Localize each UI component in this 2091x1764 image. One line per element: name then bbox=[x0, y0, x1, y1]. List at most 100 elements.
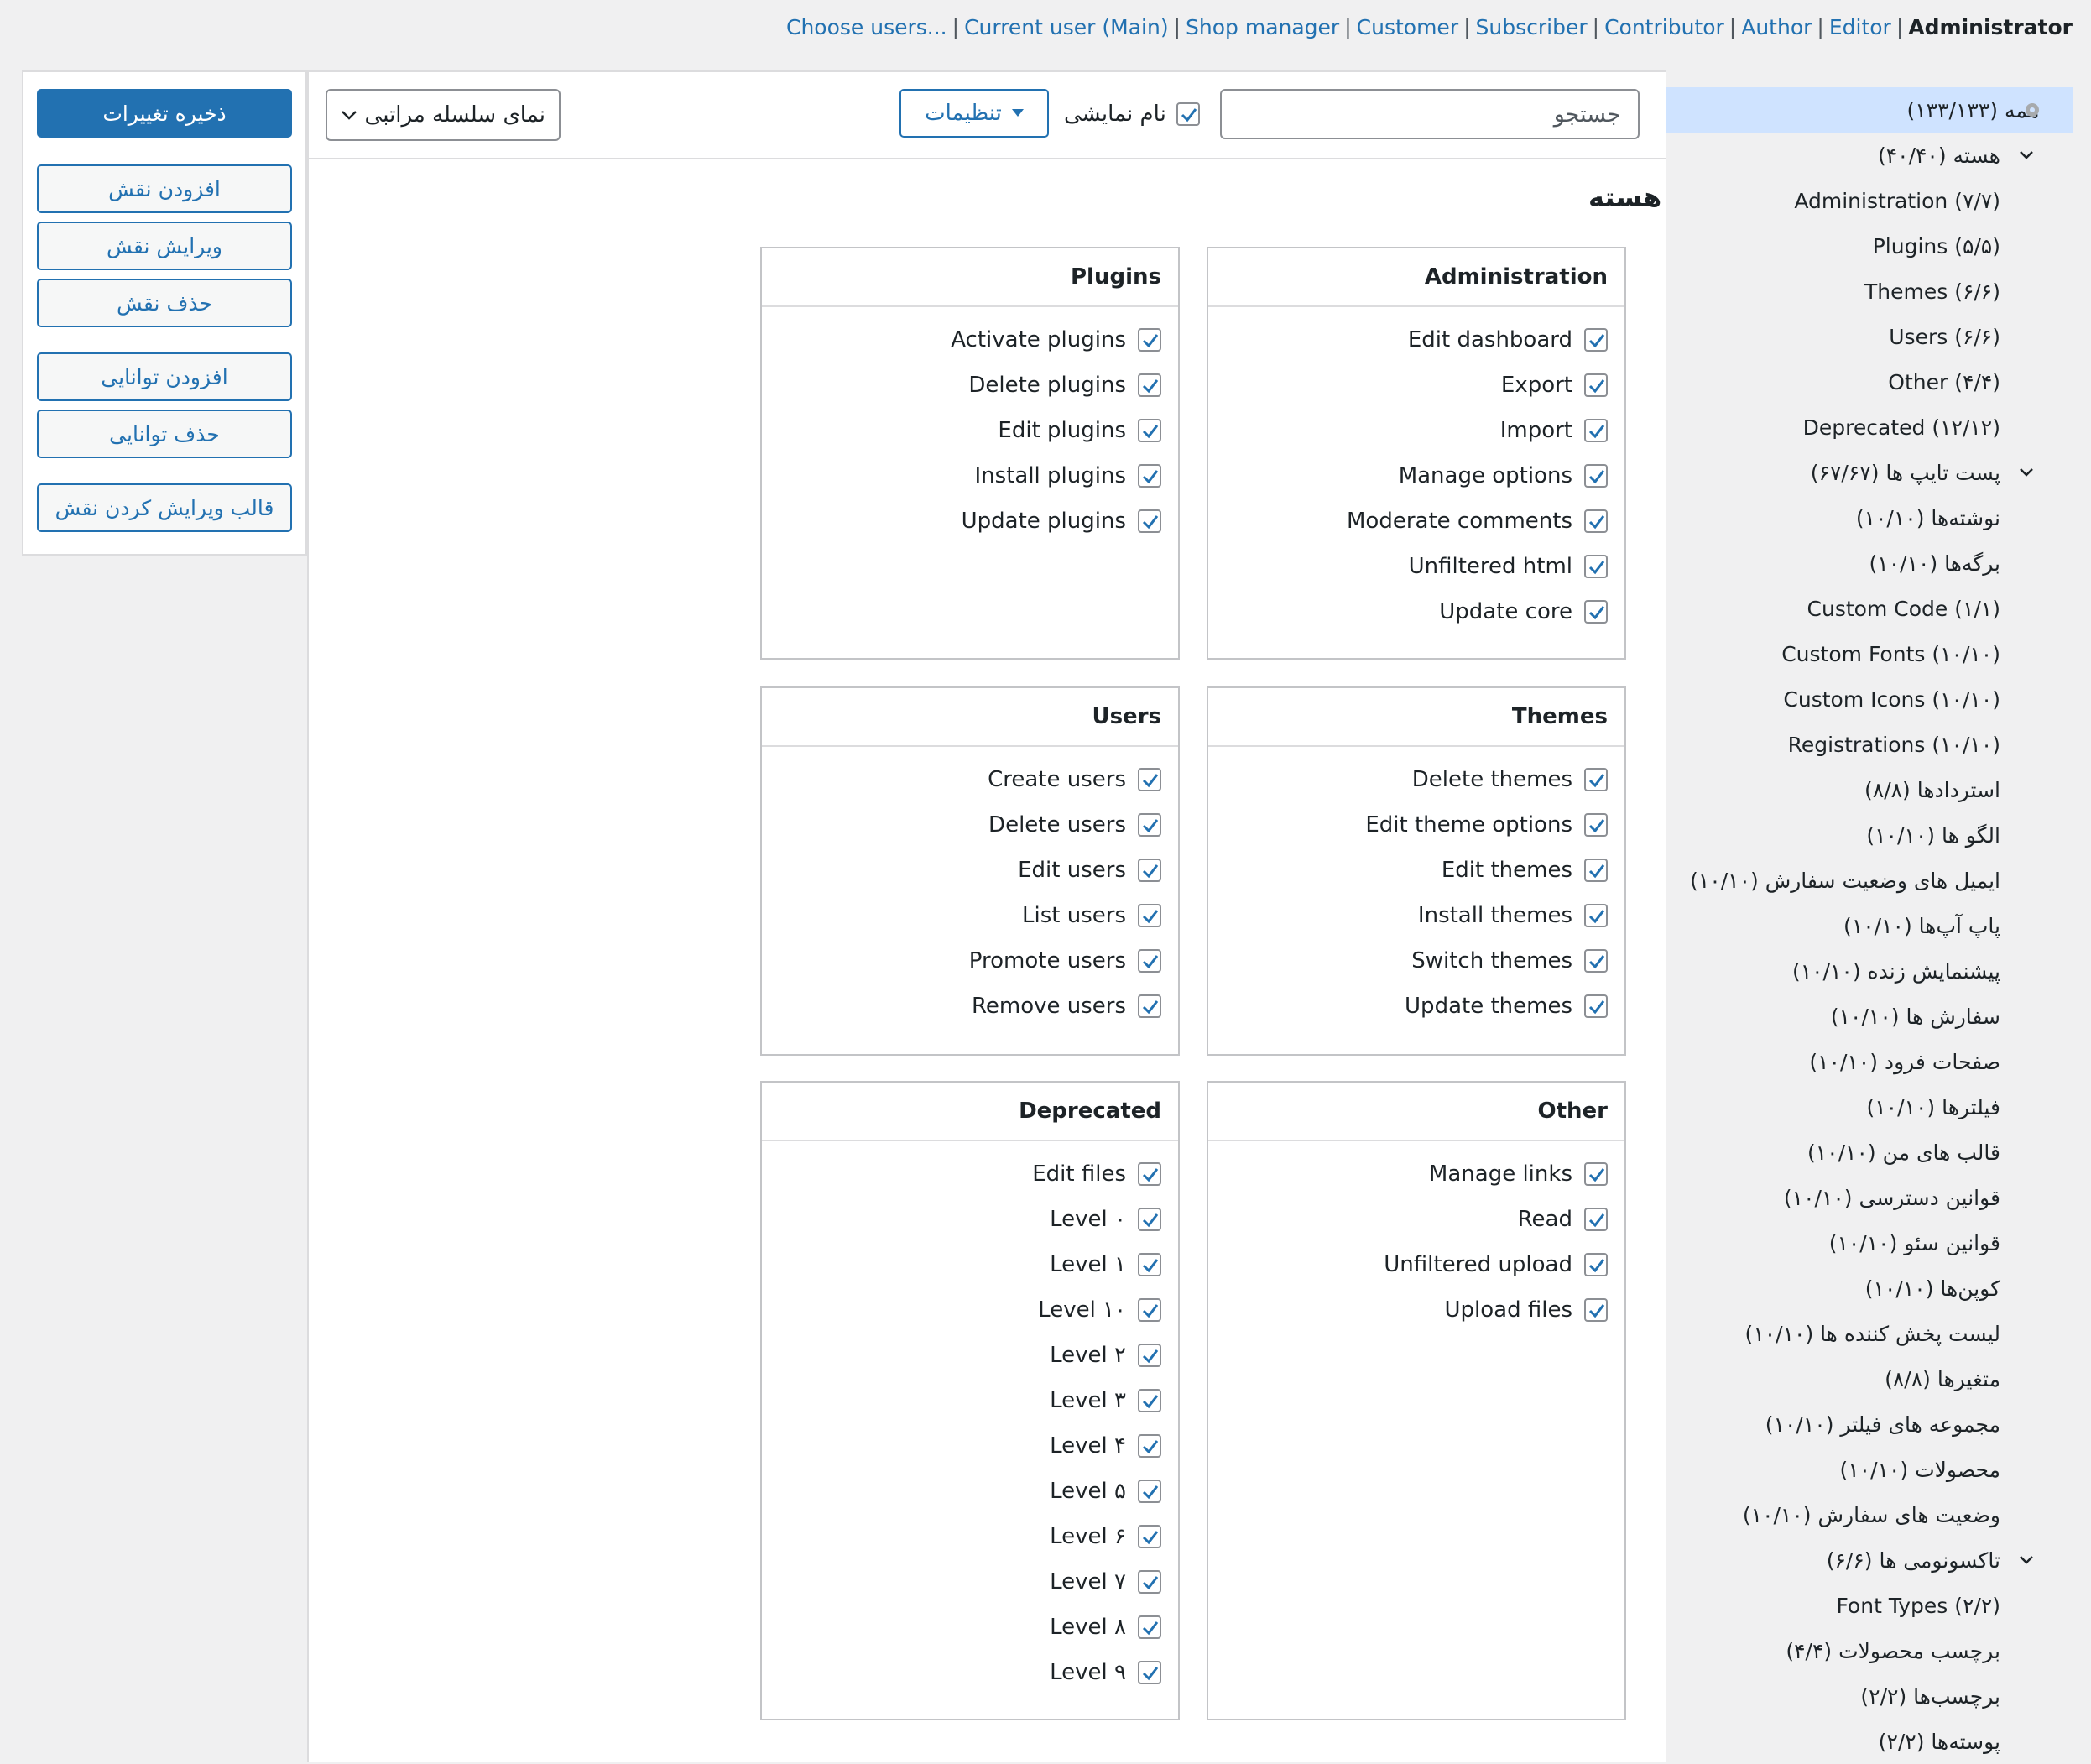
view-mode-select[interactable]: نمای سلسله مراتبی bbox=[326, 89, 561, 141]
tree-item[interactable]: سفارش ها (۱۰/۱۰) bbox=[1831, 994, 2000, 1039]
tree-item[interactable]: متغیرها (۸/۸) bbox=[1885, 1356, 2000, 1401]
role-editor[interactable]: Editor bbox=[1829, 15, 1891, 39]
capability-row[interactable]: Edit users bbox=[762, 848, 1178, 893]
tree-item[interactable]: لیست پخش کننده ها (۱۰/۱۰) bbox=[1745, 1311, 2000, 1356]
capability-checkbox[interactable] bbox=[1138, 994, 1161, 1018]
add-capability-button[interactable]: افزودن توانایی bbox=[37, 352, 292, 401]
capability-checkbox[interactable] bbox=[1138, 1525, 1161, 1548]
chevron-down-icon[interactable] bbox=[2019, 450, 2034, 495]
capability-row[interactable]: Remove users bbox=[762, 984, 1178, 1029]
capability-row[interactable]: Level ۳ bbox=[762, 1378, 1178, 1423]
choose-users-link[interactable]: Choose users... bbox=[786, 15, 947, 39]
tree-item[interactable]: فیلترها (۱۰/۱۰) bbox=[1866, 1084, 2000, 1130]
capability-checkbox[interactable] bbox=[1138, 419, 1161, 442]
capability-row[interactable]: Level ۴ bbox=[762, 1423, 1178, 1469]
tree-item[interactable]: برگه‌ها (۱۰/۱۰) bbox=[1869, 540, 2000, 586]
tree-item[interactable]: برچسب محصولات (۴/۴) bbox=[1786, 1628, 2000, 1673]
capability-row[interactable]: Activate plugins bbox=[762, 317, 1178, 363]
tree-item-post-types[interactable]: پست تایپ ها (۶۷/۶۷) bbox=[1811, 450, 2000, 495]
role-administrator[interactable]: Administrator bbox=[1908, 15, 2073, 39]
capability-checkbox[interactable] bbox=[1138, 509, 1161, 533]
capability-row[interactable]: Level ۶ bbox=[762, 1514, 1178, 1559]
capability-row[interactable]: Edit dashboard bbox=[1208, 317, 1624, 363]
capability-checkbox[interactable] bbox=[1584, 859, 1608, 882]
delete-capability-button[interactable]: حذف توانایی bbox=[37, 410, 292, 458]
tree-item[interactable]: نوشته‌ها (۱۰/۱۰) bbox=[1856, 495, 2000, 540]
capability-checkbox[interactable] bbox=[1138, 1434, 1161, 1458]
tree-item[interactable]: Custom Code (۱/۱) bbox=[1807, 586, 2000, 631]
capability-row[interactable]: List users bbox=[762, 893, 1178, 938]
tree-item-all[interactable]: همه (۱۳۳/۱۳۳) bbox=[1666, 87, 2073, 133]
capability-checkbox[interactable] bbox=[1138, 1480, 1161, 1503]
capability-checkbox[interactable] bbox=[1138, 1253, 1161, 1276]
capability-checkbox[interactable] bbox=[1138, 859, 1161, 882]
capability-checkbox[interactable] bbox=[1584, 328, 1608, 352]
capability-checkbox[interactable] bbox=[1584, 555, 1608, 578]
capability-row[interactable]: Level ۲ bbox=[762, 1333, 1178, 1378]
capability-checkbox[interactable] bbox=[1584, 1298, 1608, 1322]
capability-checkbox[interactable] bbox=[1138, 904, 1161, 927]
capability-row[interactable]: Level ۸ bbox=[762, 1605, 1178, 1650]
capability-checkbox[interactable] bbox=[1138, 464, 1161, 488]
capability-checkbox[interactable] bbox=[1584, 373, 1608, 397]
tree-item[interactable]: Custom Icons (۱۰/۱۰) bbox=[1783, 676, 2000, 722]
chevron-down-icon[interactable] bbox=[2019, 1537, 2034, 1583]
capability-row[interactable]: Unfiltered upload bbox=[1208, 1242, 1624, 1287]
tree-item[interactable]: Plugins (۵/۵) bbox=[1873, 223, 2000, 269]
capability-checkbox[interactable] bbox=[1584, 813, 1608, 837]
tree-item[interactable]: ایمیل های وضعیت سفارش (۱۰/۱۰) bbox=[1690, 858, 2000, 903]
tree-item[interactable]: مجموعه های فیلتر (۱۰/۱۰) bbox=[1765, 1401, 2000, 1447]
capability-row[interactable]: Edit files bbox=[762, 1151, 1178, 1197]
add-role-button[interactable]: افزودن نقش bbox=[37, 164, 292, 213]
role-template-button[interactable]: قالب ویرایش کردن نقش bbox=[37, 483, 292, 532]
capability-checkbox[interactable] bbox=[1138, 813, 1161, 837]
capability-checkbox[interactable] bbox=[1584, 904, 1608, 927]
tree-item[interactable]: Registrations (۱۰/۱۰) bbox=[1788, 722, 2000, 767]
capability-row[interactable]: Update core bbox=[1208, 589, 1624, 634]
tree-item[interactable]: قوانین سئو (۱۰/۱۰) bbox=[1829, 1220, 2000, 1266]
tree-item[interactable]: محصولات (۱۰/۱۰) bbox=[1839, 1447, 2000, 1492]
role-shop-manager[interactable]: Shop manager bbox=[1186, 15, 1339, 39]
capability-row[interactable]: Promote users bbox=[762, 938, 1178, 984]
capability-row[interactable]: Switch themes bbox=[1208, 938, 1624, 984]
capability-row[interactable]: Level ۱ bbox=[762, 1242, 1178, 1287]
capability-row[interactable]: Delete themes bbox=[1208, 757, 1624, 802]
role-subscriber[interactable]: Subscriber bbox=[1476, 15, 1588, 39]
capability-checkbox[interactable] bbox=[1138, 1162, 1161, 1186]
capability-row[interactable]: Create users bbox=[762, 757, 1178, 802]
capability-row[interactable]: Delete users bbox=[762, 802, 1178, 848]
tree-item[interactable]: Font Types (۲/۲) bbox=[1836, 1583, 2000, 1628]
capability-row[interactable]: Level ۰ bbox=[762, 1197, 1178, 1242]
capability-checkbox[interactable] bbox=[1584, 994, 1608, 1018]
tree-item[interactable]: Custom Fonts (۱۰/۱۰) bbox=[1781, 631, 2000, 676]
role-customer[interactable]: Customer bbox=[1357, 15, 1458, 39]
capability-checkbox[interactable] bbox=[1584, 1208, 1608, 1231]
capability-checkbox[interactable] bbox=[1138, 768, 1161, 791]
capability-row[interactable]: Update themes bbox=[1208, 984, 1624, 1029]
role-current-user[interactable]: Current user (Main) bbox=[964, 15, 1169, 39]
capability-checkbox[interactable] bbox=[1138, 373, 1161, 397]
capability-checkbox[interactable] bbox=[1138, 1344, 1161, 1367]
display-name-checkbox[interactable] bbox=[1176, 102, 1200, 126]
capability-row[interactable]: Edit themes bbox=[1208, 848, 1624, 893]
capability-row[interactable]: Level ۷ bbox=[762, 1559, 1178, 1605]
save-changes-button[interactable]: ذخیره تغییرات bbox=[37, 89, 292, 138]
role-contributor[interactable]: Contributor bbox=[1604, 15, 1724, 39]
capability-row[interactable]: Update plugins bbox=[762, 498, 1178, 544]
capability-row[interactable]: Manage options bbox=[1208, 453, 1624, 498]
edit-role-button[interactable]: ویرایش نقش bbox=[37, 222, 292, 270]
capability-checkbox[interactable] bbox=[1138, 1208, 1161, 1231]
capability-checkbox[interactable] bbox=[1584, 419, 1608, 442]
capability-checkbox[interactable] bbox=[1584, 768, 1608, 791]
tree-item[interactable]: Themes (۶/۶) bbox=[1864, 269, 2000, 314]
capability-row[interactable]: Level ۵ bbox=[762, 1469, 1178, 1514]
tree-item[interactable]: Deprecated (۱۲/۱۲) bbox=[1803, 404, 2000, 450]
page-scrollbar[interactable] bbox=[2073, 70, 2091, 1762]
tree-item[interactable]: پوسته‌ها (۲/۲) bbox=[1879, 1719, 2000, 1764]
capability-checkbox[interactable] bbox=[1138, 949, 1161, 973]
capability-row[interactable]: Read bbox=[1208, 1197, 1624, 1242]
capability-row[interactable]: Export bbox=[1208, 363, 1624, 408]
capability-row[interactable]: Import bbox=[1208, 408, 1624, 453]
capability-row[interactable]: Level ۱۰ bbox=[762, 1287, 1178, 1333]
tree-item[interactable]: Users (۶/۶) bbox=[1889, 314, 2000, 359]
